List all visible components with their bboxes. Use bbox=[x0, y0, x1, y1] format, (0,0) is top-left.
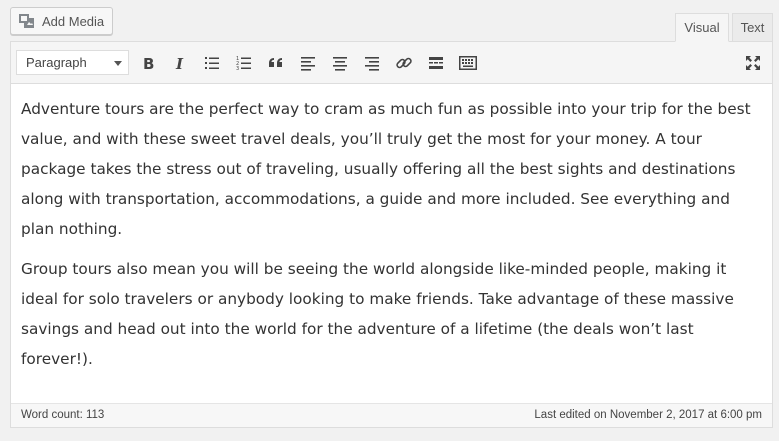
editor: Paragraph B I 1 2 3 Adventure tours are … bbox=[10, 41, 773, 428]
align-center-button[interactable] bbox=[327, 50, 353, 76]
toolbar-toggle-icon bbox=[459, 56, 477, 70]
align-left-button[interactable] bbox=[295, 50, 321, 76]
align-right-button[interactable] bbox=[359, 50, 385, 76]
tab-visual[interactable]: Visual bbox=[675, 13, 729, 42]
numbered-list-button[interactable]: 1 2 3 bbox=[231, 50, 257, 76]
content-paragraph-1: Adventure tours are the perfect way to c… bbox=[21, 100, 751, 238]
last-edited: Last edited on November 2, 2017 at 6:00 … bbox=[534, 409, 762, 421]
format-select-value: Paragraph bbox=[26, 55, 87, 70]
editor-content[interactable]: Adventure tours are the perfect way to c… bbox=[21, 94, 763, 384]
format-select[interactable]: Paragraph bbox=[16, 50, 129, 75]
svg-text:I: I bbox=[175, 55, 184, 71]
blockquote-icon bbox=[269, 58, 282, 67]
blockquote-button[interactable] bbox=[263, 50, 289, 76]
align-right-icon bbox=[365, 57, 379, 71]
bold-icon: B bbox=[143, 55, 154, 71]
add-media-label: Add Media bbox=[42, 13, 105, 29]
read-more-icon bbox=[429, 57, 443, 69]
toolbar-toggle-button[interactable] bbox=[455, 50, 481, 76]
content-paragraph-2: Group tours also mean you will be seeing… bbox=[21, 260, 734, 368]
bulleted-list-button[interactable] bbox=[199, 50, 225, 76]
svg-text:B: B bbox=[143, 55, 154, 71]
tab-text[interactable]: Text bbox=[732, 13, 773, 42]
editor-toolbar: Paragraph B I 1 2 3 bbox=[11, 42, 772, 84]
read-more-button[interactable] bbox=[423, 50, 449, 76]
bold-button[interactable]: B bbox=[135, 50, 161, 76]
insert-link-button[interactable] bbox=[391, 50, 417, 76]
italic-icon: I bbox=[175, 55, 184, 71]
editor-status-bar: Word count: 113 Last edited on November … bbox=[11, 403, 772, 427]
word-count: Word count: 113 bbox=[21, 409, 105, 421]
numbered-list-icon: 1 2 3 bbox=[236, 56, 251, 71]
fullscreen-button[interactable] bbox=[740, 50, 766, 76]
bulleted-list-icon bbox=[205, 57, 219, 69]
fullscreen-icon bbox=[746, 56, 760, 70]
media-icon bbox=[18, 12, 36, 30]
chevron-down-icon bbox=[114, 61, 122, 66]
svg-text:3: 3 bbox=[236, 66, 239, 71]
align-center-icon bbox=[333, 57, 347, 71]
italic-button[interactable]: I bbox=[167, 50, 193, 76]
link-icon bbox=[396, 57, 412, 69]
align-left-icon bbox=[301, 57, 315, 71]
add-media-button[interactable]: Add Media bbox=[10, 7, 113, 35]
